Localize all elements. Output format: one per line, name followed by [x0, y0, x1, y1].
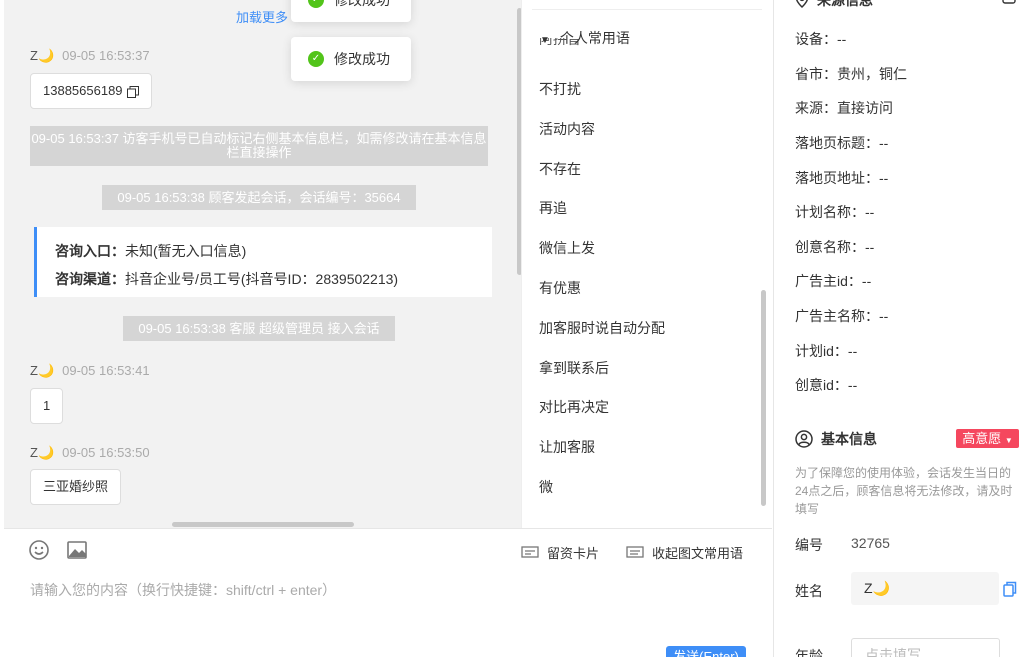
- message-time: 09-05 16:53:37: [62, 48, 150, 63]
- message-meta: Z🌙 09-05 16:53:50: [30, 445, 150, 461]
- message-bubble[interactable]: 1: [30, 388, 64, 424]
- emoji-icon[interactable]: [28, 539, 50, 561]
- phrase-item[interactable]: 拿到联系后: [539, 358, 609, 378]
- check-circle-icon: ✓: [308, 51, 324, 67]
- message-icon: [626, 545, 644, 558]
- copy-icon[interactable]: [1003, 581, 1017, 597]
- lead-card-label: 留资卡片: [547, 546, 600, 561]
- age-label: 年龄: [795, 648, 823, 657]
- id-value: 32765: [851, 535, 890, 551]
- chat-horizontal-scrollbar[interactable]: [172, 522, 354, 527]
- common-phrases-panel: 阿拼音 ▼ 个人常用语 不打扰 活动内容 不存在 再追 微信上发 有优惠 加客服时…: [521, 0, 772, 528]
- phrase-item[interactable]: 有优惠: [539, 278, 581, 298]
- name-field[interactable]: Z🌙: [851, 572, 999, 605]
- source-info-label: 来源信息: [817, 0, 873, 8]
- source-field-landing-title: 落地页标题：--: [795, 135, 889, 151]
- message-bubble[interactable]: 三亚婚纱照: [30, 469, 122, 505]
- message-text: 13885656189: [43, 83, 123, 98]
- message-text: 三亚婚纱照: [43, 479, 109, 494]
- source-field-advertiser-id: 广告主id：--: [795, 273, 872, 289]
- intent-label: 高意愿: [962, 431, 1002, 446]
- sender-name: Z🌙: [30, 445, 55, 460]
- lead-card-button[interactable]: 留资卡片: [521, 543, 599, 562]
- entry-label: 咨询入口：: [55, 243, 125, 259]
- message-input[interactable]: 请输入您的内容（换行快捷键：shift/ctrl + enter）: [30, 580, 336, 600]
- system-notice-auto-mark: 09-05 16:53:37 访客手机号已自动标记右侧基本信息栏，如需修改请在基…: [30, 126, 488, 166]
- divider: [532, 9, 762, 10]
- source-field-device: 设备：--: [795, 31, 847, 47]
- source-field-advertiser-name: 广告主名称：--: [795, 308, 889, 324]
- message-input-area: 留资卡片 收起图文常用语 请输入您的内容（换行快捷键：shift/ctrl + …: [4, 528, 772, 657]
- toast-text: 修改成功: [334, 0, 390, 8]
- send-button[interactable]: 发送(Enter): [666, 646, 746, 657]
- channel-value: 抖音企业号/员工号(抖音号ID：2839502213): [125, 271, 399, 287]
- collapse-phrases-button[interactable]: 收起图文常用语: [626, 543, 743, 562]
- source-field-creative-name: 创意名称：--: [795, 239, 875, 255]
- card-icon: [521, 545, 539, 558]
- basic-info-label: 基本信息: [821, 431, 877, 447]
- basic-info-title: 基本信息: [795, 429, 877, 449]
- age-field[interactable]: 点击填写: [851, 638, 1000, 657]
- intent-dropdown[interactable]: 高意愿 ▼: [956, 429, 1019, 448]
- inquiry-info-card: 咨询入口：未知(暂无入口信息) 咨询渠道：抖音企业号/员工号(抖音号ID：283…: [34, 227, 492, 297]
- source-field-source: 来源：直接访问: [795, 100, 893, 116]
- source-field-landing-url: 落地页地址：--: [795, 170, 889, 186]
- phrase-item[interactable]: 让加客服: [539, 437, 595, 457]
- phrase-item[interactable]: 再追: [539, 198, 567, 218]
- phrase-group-header[interactable]: ▼ 个人常用语: [540, 28, 630, 48]
- channel-label: 咨询渠道：: [55, 271, 125, 287]
- phrase-item[interactable]: 对比再决定: [539, 397, 609, 417]
- copy-icon[interactable]: [127, 85, 140, 98]
- source-field-city: 省市：贵州，铜仁: [795, 66, 907, 82]
- location-pin-icon: [796, 0, 808, 8]
- source-field-plan-id: 计划id：--: [795, 343, 858, 359]
- message-time: 09-05 16:53:41: [62, 363, 150, 378]
- source-field-plan-name: 计划名称：--: [795, 204, 875, 220]
- load-more-link[interactable]: 加载更多: [236, 7, 288, 26]
- sender-name: Z🌙: [30, 48, 55, 63]
- chat-history[interactable]: 加载更多 Z🌙 09-05 16:53:37 13885656189 09-05 …: [4, 0, 521, 528]
- check-circle-icon: ✓: [308, 0, 324, 8]
- toast-text: 修改成功: [334, 51, 390, 67]
- phrase-item[interactable]: 活动内容: [539, 119, 595, 139]
- system-notice-agent-join: 09-05 16:53:38 客服 超级管理员 接入会话: [123, 316, 395, 341]
- message-meta: Z🌙 09-05 16:53:41: [30, 363, 150, 379]
- phrase-item[interactable]: 不打扰: [539, 79, 581, 99]
- message-meta: Z🌙 09-05 16:53:37: [30, 48, 150, 64]
- name-label: 姓名: [795, 583, 823, 599]
- message-bubble[interactable]: 13885656189: [30, 73, 153, 109]
- success-toast: ✓ 修改成功: [291, 37, 411, 81]
- collapse-phrases-label: 收起图文常用语: [652, 546, 744, 561]
- sender-name: Z🌙: [30, 363, 55, 378]
- phrase-item[interactable]: 微: [539, 477, 553, 497]
- source-field-creative-id: 创意id：--: [795, 377, 858, 393]
- entry-value: 未知(暂无入口信息): [125, 243, 247, 259]
- id-label: 编号: [795, 537, 823, 553]
- caret-down-icon: ▼: [540, 35, 550, 46]
- caret-down-icon: ▼: [1004, 436, 1013, 445]
- message-text: 1: [43, 398, 51, 413]
- phrases-scrollbar[interactable]: [761, 290, 766, 506]
- phrase-item[interactable]: 加客服时说自动分配: [539, 318, 665, 338]
- customer-info-panel: 来源信息 设备：-- 省市：贵州，铜仁 来源：直接访问 落地页标题：-- 落地页…: [773, 0, 1029, 657]
- phrase-item[interactable]: 微信上发: [539, 238, 595, 258]
- phrase-item[interactable]: 不存在: [539, 159, 581, 179]
- source-info-title: 来源信息: [795, 0, 873, 10]
- success-toast: ✓ 修改成功: [291, 0, 411, 22]
- edit-icon[interactable]: [1002, 0, 1016, 4]
- message-time: 09-05 16:53:50: [62, 445, 150, 460]
- image-icon[interactable]: [66, 539, 88, 561]
- system-notice-session-start: 09-05 16:53:38 顾客发起会话，会话编号：35664: [102, 185, 416, 210]
- user-circle-icon: [795, 430, 813, 448]
- phrase-group-label: 个人常用语: [559, 30, 630, 46]
- edit-deadline-note: 为了保障您的使用体验，会话发生当日的24点之后，顾客信息将无法修改，请及时填写: [795, 466, 1013, 516]
- chat-workspace: 加载更多 Z🌙 09-05 16:53:37 13885656189 09-05 …: [0, 0, 1029, 657]
